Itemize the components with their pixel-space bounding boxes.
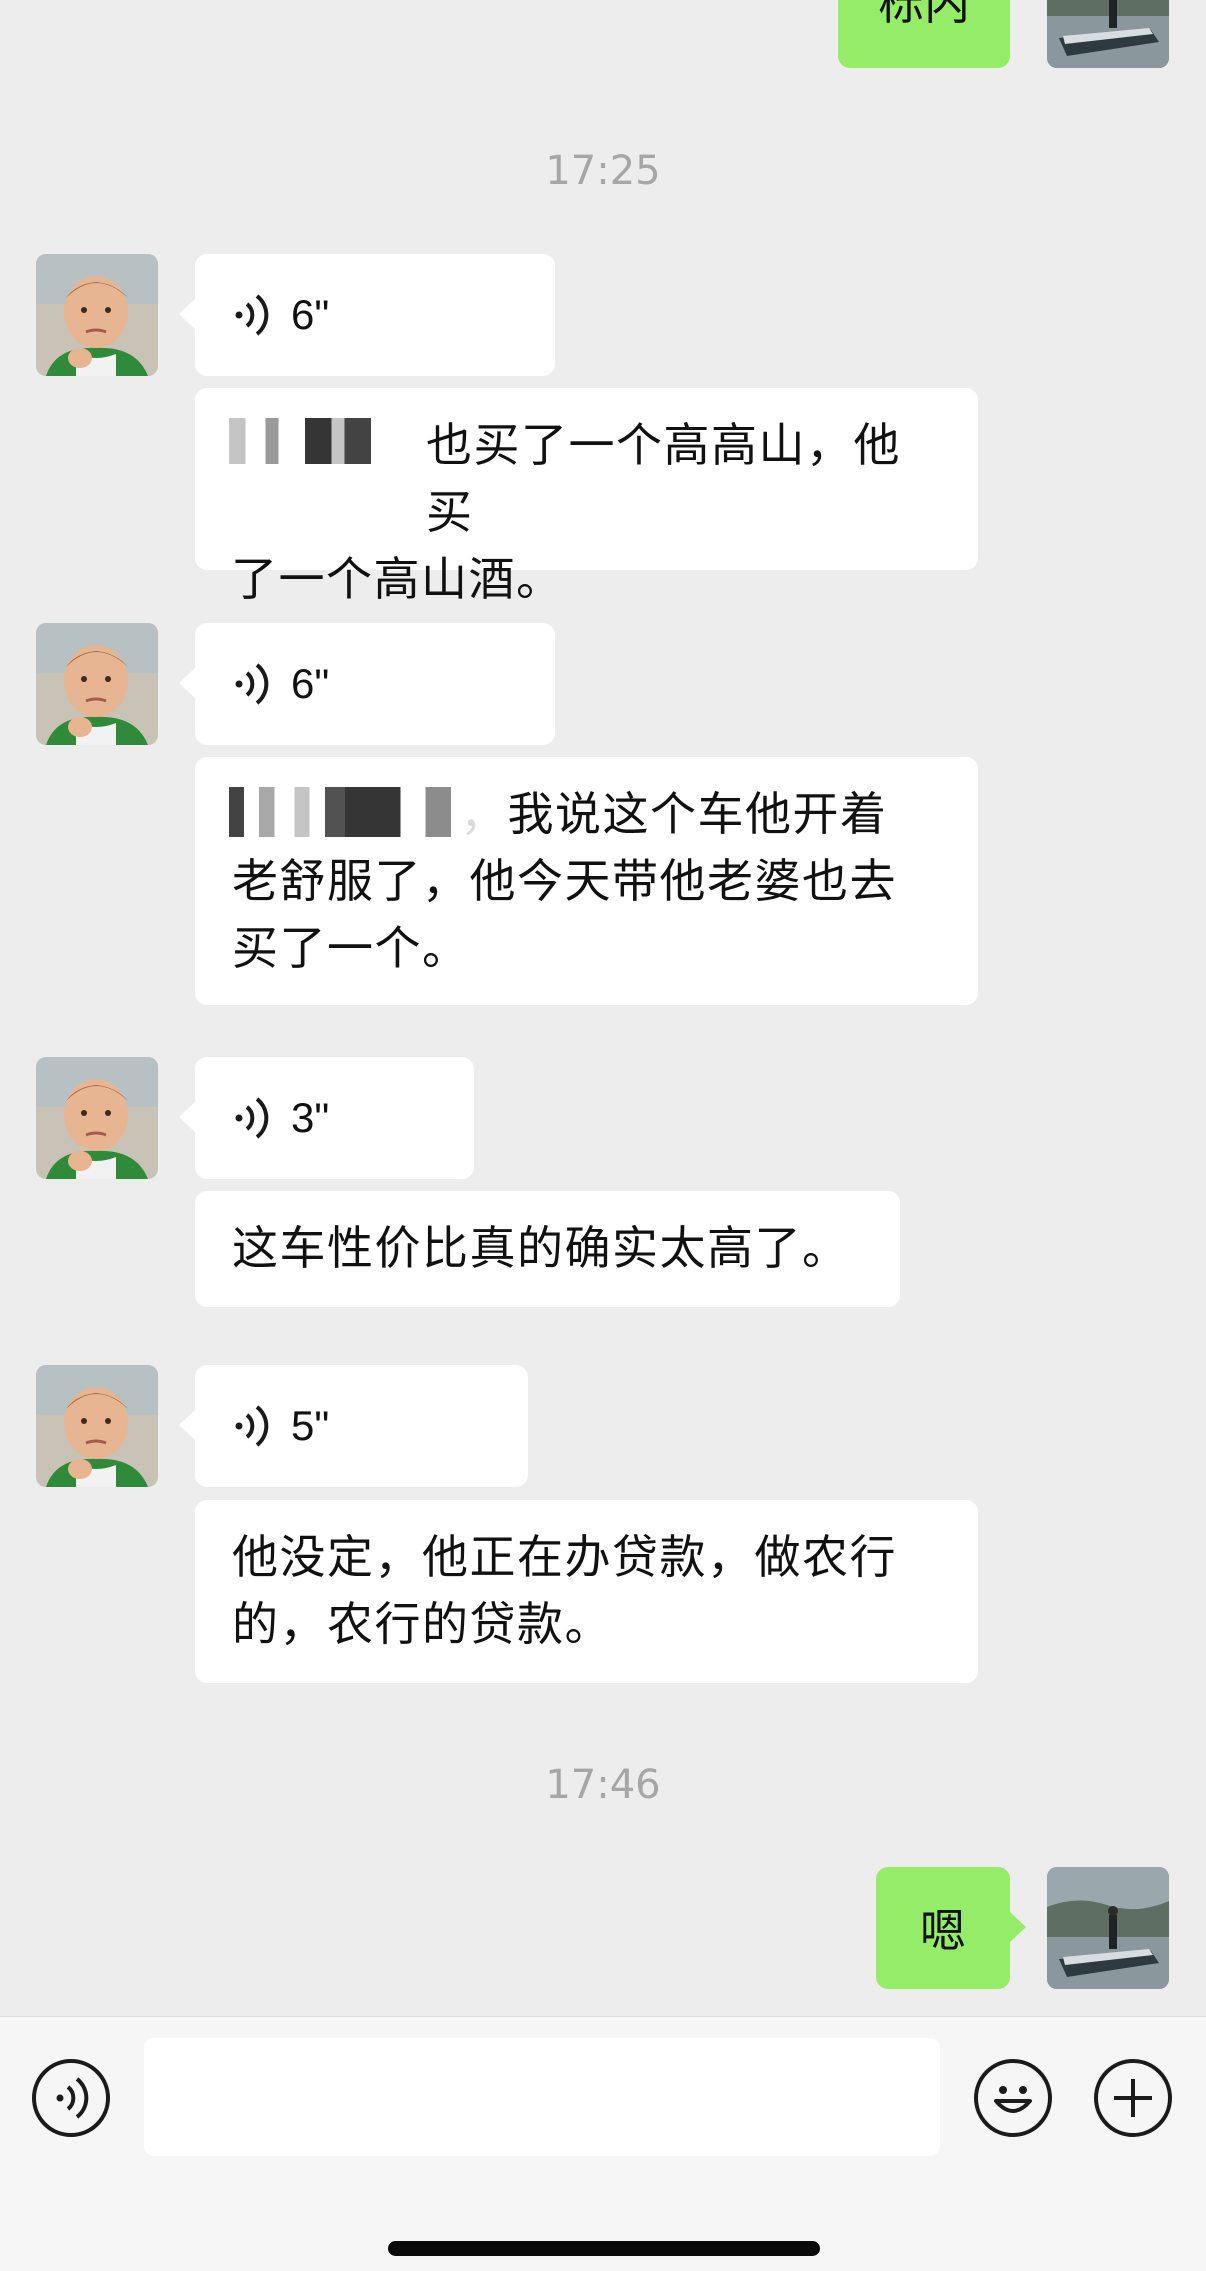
input-toolbar [0, 2016, 1206, 2271]
timestamp-1746: 17:46 [545, 1762, 661, 1808]
transcript-line: 买了一个。 [232, 921, 470, 975]
voice-wave-icon [235, 1405, 269, 1447]
contact-avatar[interactable] [36, 254, 158, 376]
transcript-line: ，我说这个车他开着 [460, 787, 888, 841]
baby-avatar-image [36, 1057, 158, 1179]
transcript-line: 也买了一个高高山，他买 [426, 418, 901, 539]
transcript-line: 了一个高山酒。 [231, 552, 564, 606]
voice-input-button[interactable] [32, 2059, 110, 2137]
my-avatar[interactable] [1047, 1867, 1169, 1989]
voice-duration: 5" [291, 1402, 330, 1449]
voice-message-2[interactable]: 6" [179, 623, 555, 745]
outgoing-message[interactable]: 嗯 [876, 1867, 1026, 1989]
redacted-name [229, 418, 394, 464]
voice-message-1[interactable]: 6" [179, 254, 555, 376]
contact-avatar[interactable] [36, 1365, 158, 1487]
timestamp-1725: 17:25 [545, 148, 661, 194]
baby-avatar-image [36, 254, 158, 376]
voice-wave-icon [235, 663, 269, 705]
voice-duration: 6" [291, 291, 330, 338]
voice-input-icon [56, 2077, 89, 2119]
voice-message-4[interactable]: 5" [179, 1365, 528, 1487]
outgoing-message-text: 嗯 [920, 1904, 966, 1958]
transcript-line: 的，农行的贷款。 [232, 1597, 612, 1651]
chat-area[interactable]: 栎内 17:25 6" 也买了一个高高山，他买 了一个高山酒。 6" ，我说这个… [0, 0, 1206, 2016]
transcript-line: 老舒服了，他今天带他老婆也去 [232, 854, 897, 908]
voice-wave-icon [235, 1097, 269, 1139]
more-button[interactable] [1094, 2059, 1172, 2137]
plus-icon [1114, 2079, 1152, 2117]
transcript-message-1[interactable]: 也买了一个高高山，他买 了一个高山酒。 [195, 388, 978, 606]
voice-message-3[interactable]: 3" [179, 1057, 474, 1179]
home-indicator[interactable] [388, 2241, 820, 2256]
voice-duration: 6" [291, 660, 330, 707]
voice-duration: 3" [291, 1094, 330, 1141]
contact-avatar[interactable] [36, 623, 158, 745]
outgoing-message-top[interactable]: 栎内 [838, 0, 1010, 68]
transcript-line: 他没定，他正在办贷款，做农行 [232, 1530, 897, 1584]
transcript-message-4[interactable]: 他没定，他正在办贷款，做农行 的，农行的贷款。 [195, 1500, 978, 1683]
outgoing-message-top-text: 栎内 [878, 0, 970, 30]
transcript-message-3[interactable]: 这车性价比真的确实太高了。 [195, 1191, 900, 1307]
boat-avatar-image [1047, 1867, 1169, 1989]
boat-avatar-image [1047, 0, 1169, 68]
transcript-message-2[interactable]: ，我说这个车他开着 老舒服了，他今天带他老婆也去 买了一个。 [195, 757, 978, 1005]
contact-avatar[interactable] [36, 1057, 158, 1179]
baby-avatar-image [36, 623, 158, 745]
my-avatar-top[interactable] [1047, 0, 1169, 68]
emoji-button[interactable] [974, 2059, 1052, 2137]
baby-avatar-image [36, 1365, 158, 1487]
message-input[interactable] [144, 2038, 940, 2156]
emoji-icon [994, 2086, 1032, 2113]
voice-wave-icon [235, 294, 269, 336]
transcript-line: 这车性价比真的确实太高了。 [232, 1221, 850, 1275]
